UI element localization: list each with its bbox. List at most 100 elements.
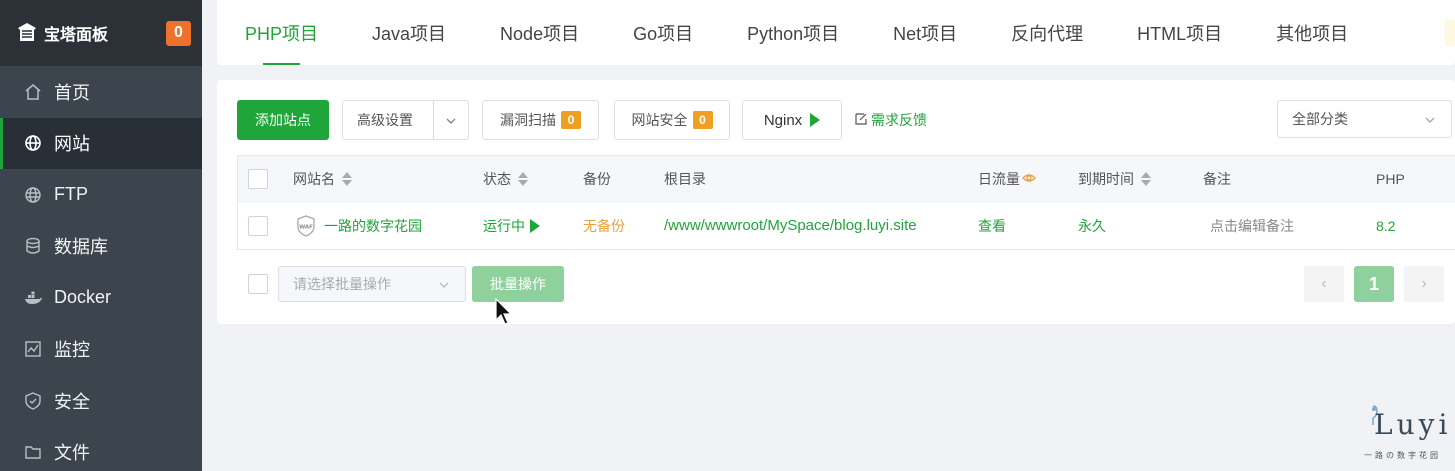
eye-icon[interactable] <box>1022 171 1036 187</box>
site-php-version-link[interactable]: 8.2 <box>1376 202 1395 249</box>
header-name-label: 网站名 <box>293 170 335 187</box>
table-footer: 请选择批量操作 批量操作 ‹ 1 › <box>237 266 1455 302</box>
site-root-link[interactable]: /www/wwwroot/MySpace/blog.luyi.site <box>664 202 917 249</box>
feedback-link[interactable]: 需求反馈 <box>854 100 927 140</box>
play-icon <box>810 113 821 127</box>
site-security-label: 网站安全 <box>631 112 688 128</box>
row-select-cell <box>248 202 268 249</box>
tab-html[interactable]: HTML项目 <box>1110 0 1249 65</box>
folder-icon <box>24 443 42 461</box>
header-name[interactable]: 网站名 <box>293 156 352 201</box>
tab-other[interactable]: 其他项目 <box>1249 0 1375 65</box>
header-traffic-label: 日流量 <box>978 170 1020 187</box>
site-traffic-link[interactable]: 查看 <box>978 202 1006 249</box>
header-status-label: 状态 <box>483 170 511 187</box>
brand-header: 宝塔面板 0 <box>0 0 202 66</box>
sidebar-item-label: 安全 <box>54 391 90 412</box>
mouse-cursor-icon <box>494 297 514 326</box>
advanced-settings-dropdown[interactable]: 高级设置 <box>342 100 469 140</box>
tab-net[interactable]: Net项目 <box>866 0 984 65</box>
site-backup-link[interactable]: 无备份 <box>583 202 625 249</box>
sidebar-item-docker[interactable]: Docker <box>0 272 202 324</box>
sidebar-item-website[interactable]: 网站 <box>0 117 202 169</box>
vuln-scan-button[interactable]: 漏洞扫描 0 <box>482 100 599 140</box>
site-table: 网站名 状态 备份 根目录 日流量 到期时间 备注 PHP WAF 一路的数字花… <box>237 155 1455 250</box>
sidebar-item-home[interactable]: 首页 <box>0 66 202 118</box>
header-expire-label: 到期时间 <box>1078 170 1134 187</box>
advanced-settings-label: 高级设置 <box>357 112 413 128</box>
home-icon <box>24 83 42 101</box>
tab-node[interactable]: Node项目 <box>473 0 606 65</box>
sidebar-item-security[interactable]: 安全 <box>0 375 202 427</box>
brand-title: 宝塔面板 <box>44 27 109 44</box>
category-select-value: 全部分类 <box>1292 111 1348 127</box>
select-all-checkbox[interactable] <box>248 168 268 189</box>
site-status[interactable]: 运行中 <box>483 202 540 249</box>
chevron-down-icon <box>1423 113 1437 127</box>
table-header: 网站名 状态 备份 根目录 日流量 到期时间 备注 PHP <box>238 156 1455 202</box>
add-site-button[interactable]: 添加站点 <box>237 100 329 140</box>
tab-reverse-proxy[interactable]: 反向代理 <box>984 0 1110 65</box>
sidebar-item-label: 网站 <box>54 134 90 155</box>
header-php: PHP <box>1376 170 1405 187</box>
header-status[interactable]: 状态 <box>483 156 528 201</box>
docker-icon <box>24 289 42 307</box>
batch-action-button[interactable]: 批量操作 <box>472 266 564 302</box>
sidebar-item-files[interactable]: 文件 <box>0 427 202 471</box>
tab-java[interactable]: Java项目 <box>345 0 473 65</box>
site-name-cell: WAF 一路的数字花园 <box>296 202 422 249</box>
watermark: Luyi 一路の数字花园 <box>1362 402 1452 464</box>
monitor-icon <box>24 340 42 358</box>
site-remark-input[interactable]: 点击编辑备注 <box>1210 202 1294 249</box>
project-tabs: PHP项目 Java项目 Node项目 Go项目 Python项目 Net项目 … <box>217 0 1455 65</box>
site-expire-link[interactable]: 永久 <box>1078 202 1106 249</box>
select-all-cell <box>248 156 268 201</box>
page-1-button[interactable]: 1 <box>1354 266 1394 302</box>
sort-icon[interactable] <box>342 171 352 186</box>
sidebar: 宝塔面板 0 首页 网站 FTP 数据库 Docker 监控 安全 文件 <box>0 0 202 471</box>
globe-icon <box>24 134 42 152</box>
play-icon <box>530 218 540 233</box>
sidebar-item-label: FTP <box>54 184 88 205</box>
chevron-down-icon <box>437 278 451 292</box>
notification-badge[interactable]: 0 <box>166 20 191 46</box>
batch-action-select[interactable]: 请选择批量操作 <box>278 266 466 302</box>
tab-python[interactable]: Python项目 <box>720 0 866 65</box>
sort-icon[interactable] <box>1141 171 1151 186</box>
header-traffic: 日流量 <box>978 156 1036 201</box>
shield-icon <box>24 391 42 410</box>
sidebar-item-label: 首页 <box>54 82 90 103</box>
tab-go[interactable]: Go项目 <box>606 0 720 65</box>
prev-page-button[interactable]: ‹ <box>1304 266 1344 302</box>
toolbar: 添加站点 高级设置 漏洞扫描 0 网站安全 0 Nginx 需求反馈 全部分类 <box>237 100 1455 140</box>
category-select[interactable]: 全部分类 <box>1277 100 1452 138</box>
watermark-text: Luyi <box>1374 408 1452 441</box>
chevron-down-icon[interactable] <box>444 114 458 131</box>
footer-select-all-checkbox[interactable] <box>248 274 268 294</box>
sort-icon[interactable] <box>518 171 528 186</box>
sidebar-item-label: 监控 <box>54 340 90 361</box>
waf-shield-icon: WAF <box>296 214 316 237</box>
header-expire[interactable]: 到期时间 <box>1078 156 1151 201</box>
sidebar-item-ftp[interactable]: FTP <box>0 169 202 221</box>
nginx-label: Nginx <box>763 111 803 129</box>
site-security-button[interactable]: 网站安全 0 <box>614 100 730 140</box>
tab-php[interactable]: PHP项目 <box>218 0 345 65</box>
next-page-button[interactable]: › <box>1404 266 1444 302</box>
table-row: WAF 一路的数字花园 运行中 无备份 /www/wwwroot/MySpace… <box>238 202 1455 249</box>
sidebar-item-label: 文件 <box>54 443 90 464</box>
bt-logo-icon <box>16 22 38 44</box>
ftp-icon <box>24 186 42 204</box>
sidebar-item-database[interactable]: 数据库 <box>0 221 202 273</box>
vuln-scan-label: 漏洞扫描 <box>500 112 556 128</box>
nginx-button[interactable]: Nginx <box>742 100 842 140</box>
sidebar-item-label: Docker <box>54 287 112 308</box>
database-icon <box>24 237 42 255</box>
sidebar-item-monitor[interactable]: 监控 <box>0 324 202 376</box>
site-security-badge: 0 <box>692 111 713 129</box>
site-name-link[interactable]: 一路的数字花园 <box>324 216 422 236</box>
split-divider <box>433 101 434 139</box>
sidebar-item-label: 数据库 <box>54 237 108 258</box>
row-checkbox[interactable] <box>248 215 268 236</box>
feedback-label: 需求反馈 <box>871 112 927 128</box>
